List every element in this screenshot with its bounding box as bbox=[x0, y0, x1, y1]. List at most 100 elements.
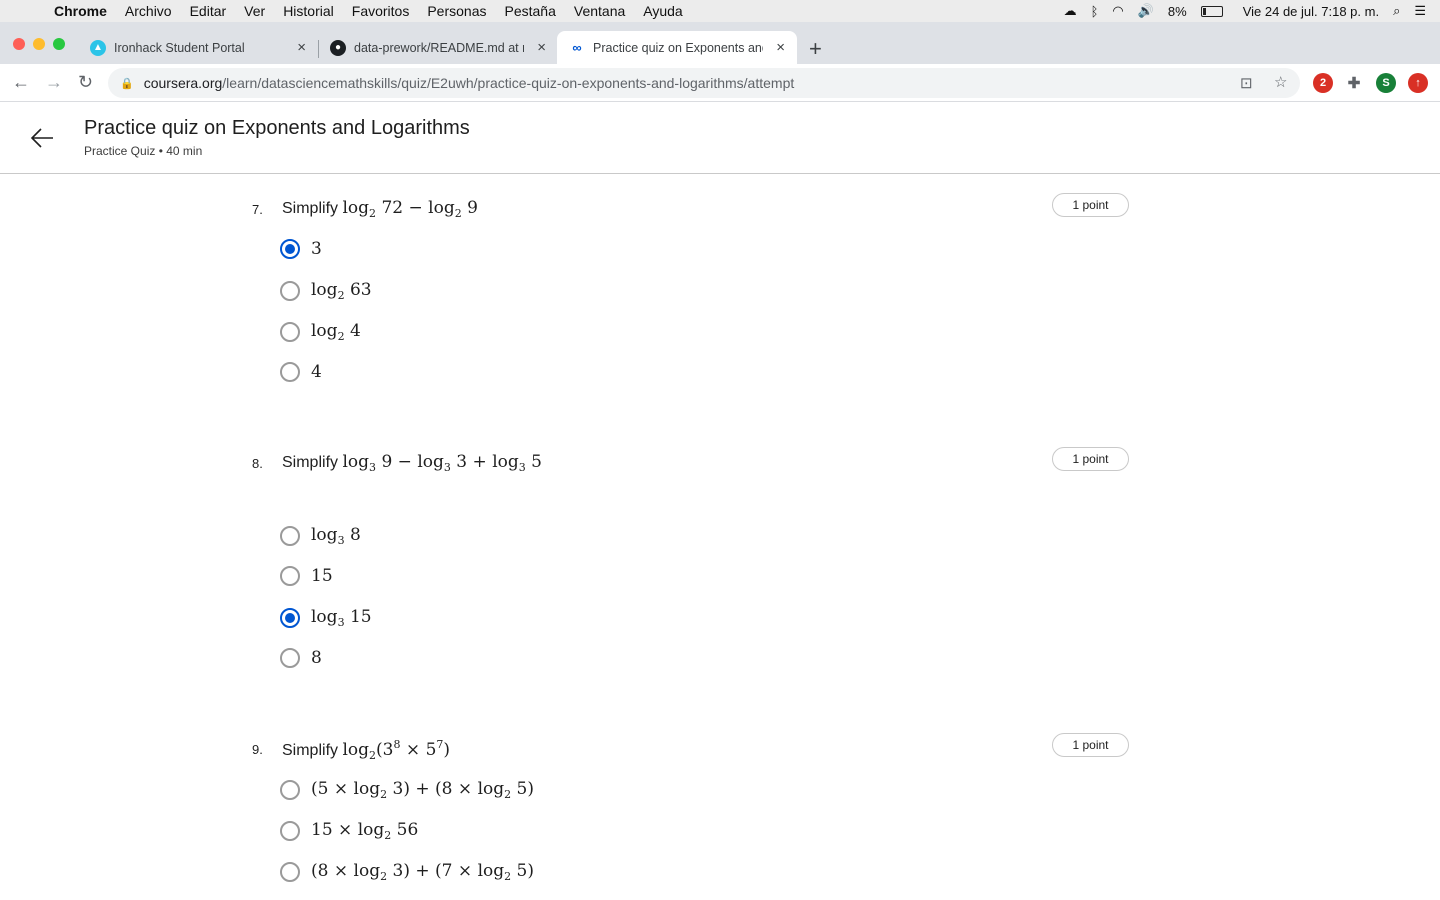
quiz-content[interactable]: 7. Simplify log2 72 − log2 9 1 point 3 l… bbox=[0, 175, 1440, 900]
option-radio[interactable]: log2 4 bbox=[280, 321, 361, 343]
option-radio[interactable]: 15 bbox=[280, 566, 333, 586]
points-badge: 1 point bbox=[1052, 193, 1129, 217]
radio-button[interactable] bbox=[280, 281, 300, 301]
menu-personas[interactable]: Personas bbox=[427, 3, 486, 19]
radio-button[interactable] bbox=[280, 526, 300, 546]
radio-button[interactable] bbox=[280, 821, 300, 841]
extension-badge-icon[interactable]: 2 bbox=[1313, 73, 1333, 93]
option-radio[interactable]: log2 63 bbox=[280, 280, 372, 302]
back-icon[interactable]: ← bbox=[12, 72, 30, 93]
question-expression: log2 72 − log2 9 bbox=[342, 198, 478, 220]
option-label: log3 8 bbox=[311, 525, 361, 547]
page-subtitle: Practice Quiz • 40 min bbox=[84, 144, 203, 158]
close-window-button[interactable] bbox=[13, 38, 25, 50]
option-radio[interactable]: (5 × log2 3) + (8 × log2 5) bbox=[280, 779, 534, 801]
question-prefix: Simplify bbox=[282, 200, 339, 217]
option-label: (5 × log2 3) + (8 × log2 5) bbox=[311, 779, 534, 801]
reload-icon[interactable]: ↻ bbox=[78, 72, 93, 93]
clock[interactable]: Vie 24 de jul. 7:18 p. m. bbox=[1243, 4, 1379, 19]
address-bar[interactable]: 🔒 coursera.org/learn/datasciencemathskil… bbox=[108, 68, 1300, 98]
radio-button[interactable] bbox=[280, 862, 300, 882]
menu-favoritos[interactable]: Favoritos bbox=[352, 3, 410, 19]
menu-pestana[interactable]: Pestaña bbox=[505, 3, 556, 19]
close-tab-icon[interactable]: × bbox=[297, 39, 306, 56]
radio-button[interactable] bbox=[280, 566, 300, 586]
tab-title: Ironhack Student Portal bbox=[114, 40, 245, 55]
volume-icon[interactable]: 🔊 bbox=[1138, 3, 1154, 19]
option-radio[interactable]: log3 15 bbox=[280, 607, 372, 629]
bookmark-star-icon[interactable]: ☆ bbox=[1274, 73, 1287, 91]
option-label: log2 63 bbox=[311, 280, 372, 302]
radio-button[interactable] bbox=[280, 362, 300, 382]
zoom-window-button[interactable] bbox=[53, 38, 65, 50]
new-tab-icon[interactable]: + bbox=[809, 36, 822, 62]
menu-ayuda[interactable]: Ayuda bbox=[643, 3, 682, 19]
option-label: (8 × log2 3) + (7 × log2 5) bbox=[311, 861, 534, 883]
option-label: 8 bbox=[311, 648, 322, 668]
question-number: 9. bbox=[252, 742, 263, 757]
question-prompt: Simplify log2(38 × 57) bbox=[282, 738, 450, 762]
option-label: 15 bbox=[311, 566, 333, 586]
question-number: 7. bbox=[252, 202, 263, 217]
option-radio[interactable]: 8 bbox=[280, 648, 322, 668]
option-radio[interactable]: 4 bbox=[280, 362, 322, 382]
menu-ventana[interactable]: Ventana bbox=[574, 3, 625, 19]
menu-historial[interactable]: Historial bbox=[283, 3, 334, 19]
battery-icon[interactable] bbox=[1200, 5, 1223, 17]
close-tab-icon[interactable]: × bbox=[776, 39, 785, 56]
radio-button[interactable] bbox=[280, 322, 300, 342]
menu-archivo[interactable]: Archivo bbox=[125, 3, 172, 19]
menu-editar[interactable]: Editar bbox=[190, 3, 227, 19]
tab-github[interactable]: ● data-prework/README.md at m × bbox=[318, 31, 558, 64]
coursera-icon: ∞ bbox=[572, 40, 582, 55]
points-badge: 1 point bbox=[1052, 733, 1129, 757]
update-icon[interactable]: ↑ bbox=[1408, 73, 1428, 93]
option-radio[interactable]: (8 × log2 3) + (7 × log2 5) bbox=[280, 861, 534, 883]
tab-ironhack[interactable]: ▲ Ironhack Student Portal × bbox=[78, 31, 318, 64]
question-expression: log2(38 × 57) bbox=[342, 738, 451, 762]
close-tab-icon[interactable]: × bbox=[537, 39, 546, 56]
menu-app-name[interactable]: Chrome bbox=[54, 3, 107, 19]
question-prompt: Simplify log3 9 − log3 3 + log3 5 bbox=[282, 452, 542, 474]
cloud-icon[interactable]: ☁ bbox=[1064, 3, 1077, 19]
forward-icon[interactable]: → bbox=[45, 72, 63, 93]
option-label: log2 4 bbox=[311, 321, 361, 343]
radio-button[interactable] bbox=[280, 648, 300, 668]
url-domain: coursera.org bbox=[143, 75, 223, 91]
wifi-icon[interactable]: ◠ bbox=[1112, 3, 1123, 19]
question-number: 8. bbox=[252, 456, 263, 471]
github-icon: ● bbox=[330, 39, 346, 56]
menu-ver[interactable]: Ver bbox=[244, 3, 265, 19]
lock-icon[interactable]: 🔒 bbox=[120, 77, 134, 90]
tab-coursera-active[interactable]: ∞ Practice quiz on Exponents and × bbox=[557, 31, 797, 64]
profile-avatar[interactable]: S bbox=[1376, 73, 1396, 93]
browser-toolbar: ← → ↻ 🔒 coursera.org/learn/datasciencema… bbox=[0, 64, 1440, 102]
translate-icon[interactable]: ⊡ bbox=[1240, 74, 1253, 92]
points-badge: 1 point bbox=[1052, 447, 1129, 471]
radio-button-selected[interactable] bbox=[280, 608, 300, 628]
option-label: log3 15 bbox=[311, 607, 372, 629]
ironhack-icon: ▲ bbox=[90, 39, 106, 56]
radio-button-selected[interactable] bbox=[280, 239, 300, 259]
quiz-header: Practice quiz on Exponents and Logarithm… bbox=[0, 102, 1440, 174]
tab-strip: ▲ Ironhack Student Portal × ● data-prewo… bbox=[0, 22, 1440, 64]
tab-title: data-prework/README.md at m bbox=[354, 40, 524, 55]
option-radio[interactable]: 3 bbox=[280, 239, 322, 259]
extensions-puzzle-icon[interactable]: ✚ bbox=[1344, 73, 1364, 93]
tab-title: Practice quiz on Exponents and bbox=[593, 40, 763, 55]
option-radio[interactable]: 15 × log2 56 bbox=[280, 820, 418, 842]
radio-button[interactable] bbox=[280, 780, 300, 800]
bluetooth-icon[interactable]: ᛒ bbox=[1091, 4, 1099, 19]
question-expression: log3 9 − log3 3 + log3 5 bbox=[342, 452, 542, 474]
url-path: /learn/datasciencemathskills/quiz/E2uwh/… bbox=[222, 75, 795, 91]
option-radio[interactable]: log3 8 bbox=[280, 525, 361, 547]
back-arrow-icon[interactable] bbox=[28, 124, 56, 152]
question-prefix: Simplify bbox=[282, 742, 339, 759]
page-title: Practice quiz on Exponents and Logarithm… bbox=[84, 117, 470, 139]
question-prefix: Simplify bbox=[282, 454, 339, 471]
minimize-window-button[interactable] bbox=[33, 38, 45, 50]
spotlight-search-icon[interactable]: ⌕ bbox=[1393, 3, 1400, 19]
option-label: 15 × log2 56 bbox=[311, 820, 419, 842]
option-label: 3 bbox=[311, 239, 322, 259]
notification-center-icon[interactable]: ☰ bbox=[1414, 3, 1426, 19]
